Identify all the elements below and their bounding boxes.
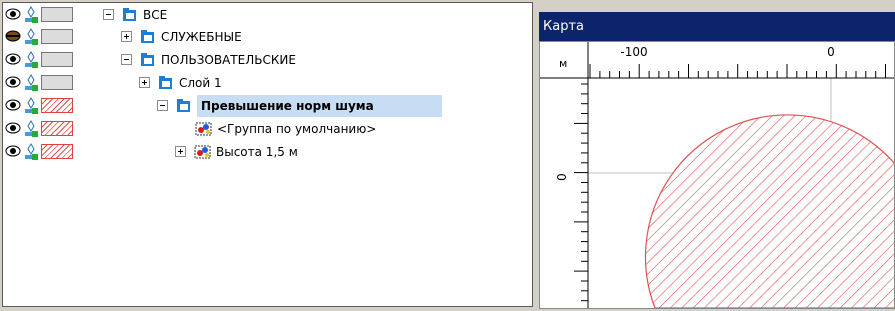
tree-label[interactable]: СЛУЖЕБНЫЕ — [161, 26, 242, 48]
eye-icon[interactable] — [5, 121, 21, 135]
collapse-toggle[interactable] — [157, 100, 168, 111]
style-swatch[interactable] — [41, 29, 73, 44]
tree-label[interactable]: Слой 1 — [179, 72, 222, 94]
tree-label[interactable]: Высота 1,5 м — [216, 141, 298, 163]
y-ruler-label: 0 — [555, 173, 569, 181]
map-window[interactable]: Карта м -100 0 0 — [539, 12, 895, 309]
expand-toggle[interactable] — [139, 77, 150, 88]
tree-row-noise[interactable]: Превышение норм шума — [3, 95, 532, 117]
tree-row-height[interactable]: Высота 1,5 м — [3, 141, 532, 163]
group-icon — [194, 145, 211, 159]
map-canvas[interactable]: м -100 0 0 — [539, 41, 895, 309]
tree-row-all[interactable]: ВСЕ — [3, 4, 532, 26]
layer-icon[interactable] — [23, 143, 39, 161]
group-icon — [195, 122, 212, 136]
folder-icon — [159, 76, 172, 89]
expand-toggle[interactable] — [121, 31, 132, 42]
layer-icon[interactable] — [23, 28, 39, 46]
style-swatch[interactable] — [41, 75, 73, 90]
layer-tree-panel[interactable]: ВСЕ СЛУЖЕБНЫЕ ПОЛЬЗОВАТЕЛЬСКИЕ Слой 1 Пр… — [2, 2, 533, 307]
eye-icon[interactable] — [5, 98, 21, 112]
hatch-swatch[interactable] — [41, 121, 73, 136]
collapse-toggle[interactable] — [121, 54, 132, 65]
x-ruler-label: -100 — [620, 45, 647, 59]
tree-label[interactable]: <Группа по умолчанию> — [217, 118, 376, 140]
eye-icon[interactable] — [5, 7, 21, 21]
eye-closed-icon[interactable] — [5, 29, 21, 43]
ruler-unit: м — [559, 57, 567, 70]
eye-icon[interactable] — [5, 144, 21, 158]
hatch-swatch[interactable] — [41, 98, 73, 113]
tree-row-default-group[interactable]: <Группа по умолчанию> — [3, 118, 532, 140]
layer-icon[interactable] — [23, 97, 39, 115]
collapse-toggle[interactable] — [103, 9, 114, 20]
expand-toggle[interactable] — [175, 146, 186, 157]
x-ruler-label: 0 — [827, 45, 835, 59]
folder-icon — [123, 8, 136, 21]
style-swatch[interactable] — [41, 52, 73, 67]
style-swatch[interactable] — [41, 7, 73, 22]
map-title: Карта — [539, 12, 895, 41]
tree-row-user[interactable]: ПОЛЬЗОВАТЕЛЬСКИЕ — [3, 49, 532, 71]
tree-row-layer1[interactable]: Слой 1 — [3, 72, 532, 94]
folder-icon — [141, 53, 154, 66]
layer-icon[interactable] — [23, 120, 39, 138]
layer-icon[interactable] — [23, 51, 39, 69]
map-view[interactable]: м -100 0 0 — [540, 42, 894, 308]
layer-icon[interactable] — [23, 74, 39, 92]
layer-icon[interactable] — [23, 6, 39, 24]
folder-icon — [141, 30, 154, 43]
folder-icon — [177, 99, 190, 112]
tree-label[interactable]: ВСЕ — [143, 4, 167, 26]
hatch-swatch[interactable] — [41, 144, 73, 159]
eye-icon[interactable] — [5, 75, 21, 89]
tree-row-service[interactable]: СЛУЖЕБНЫЕ — [3, 26, 532, 48]
tree-label[interactable]: ПОЛЬЗОВАТЕЛЬСКИЕ — [161, 49, 296, 71]
horizontal-ruler — [540, 42, 894, 78]
tree-label-selected[interactable]: Превышение норм шума — [197, 95, 442, 117]
eye-icon[interactable] — [5, 52, 21, 66]
